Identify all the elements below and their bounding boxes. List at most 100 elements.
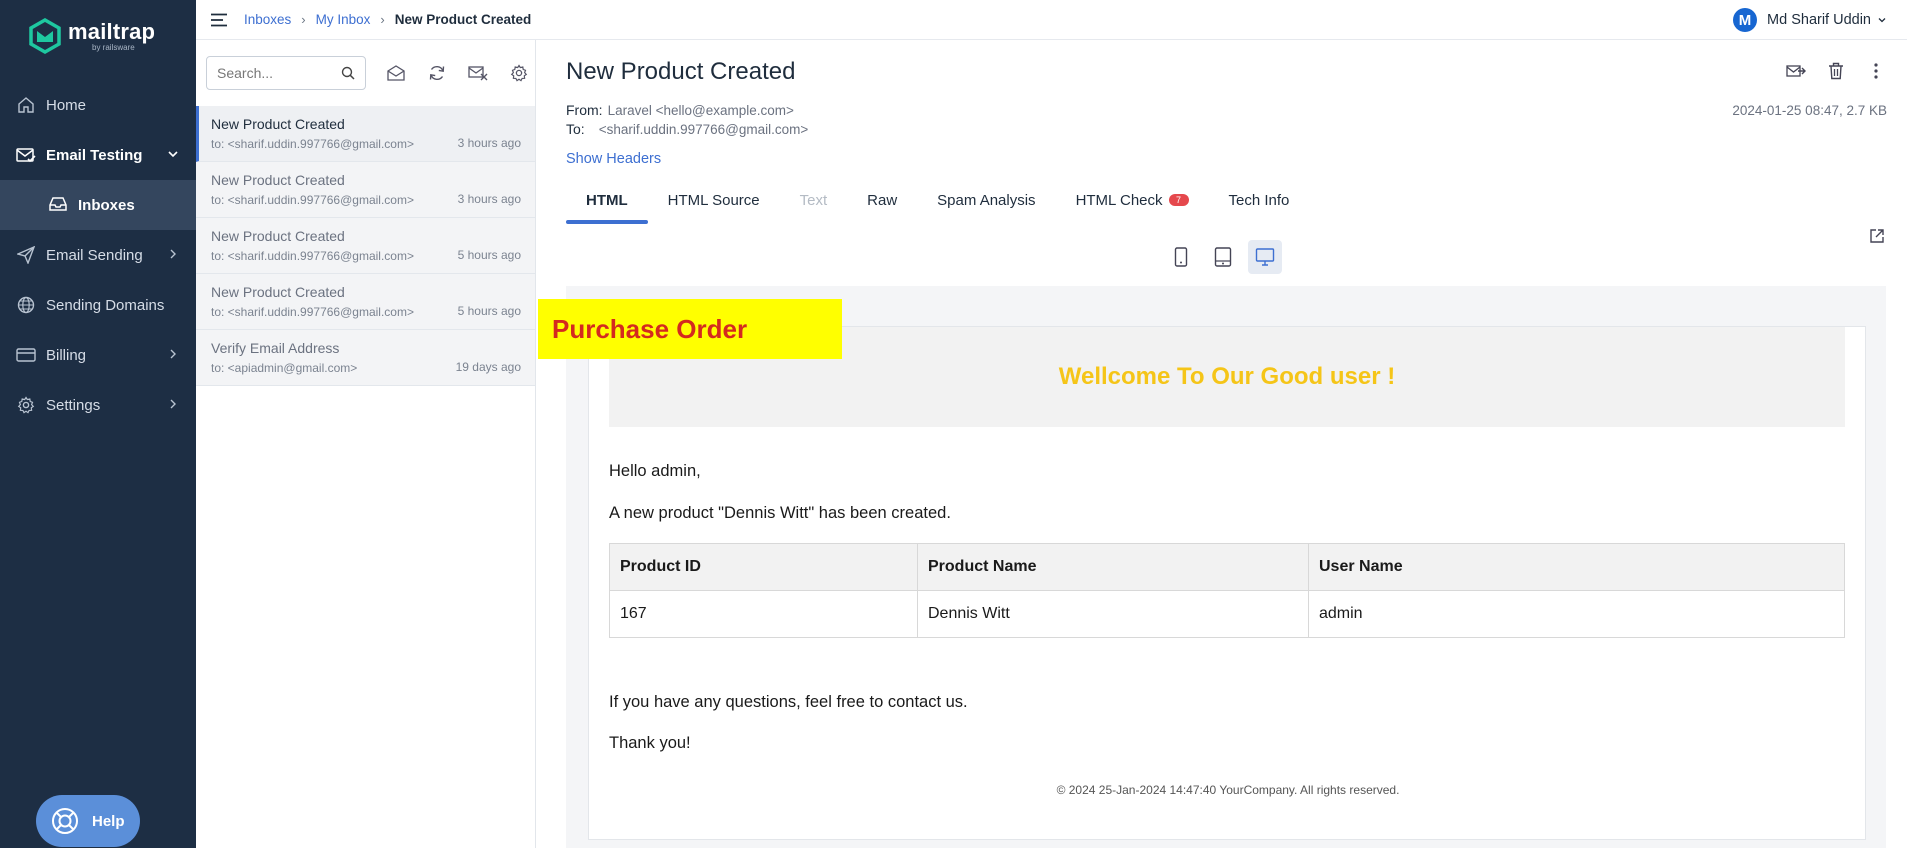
message-meta: 2024-01-25 08:47, 2.7 KB	[1732, 103, 1887, 118]
refresh-icon[interactable]	[426, 62, 448, 84]
mailtrap-logo-icon	[29, 18, 61, 54]
chevron-right-icon	[170, 399, 176, 409]
clear-inbox-icon[interactable]	[467, 62, 489, 84]
product-table: Product ID Product Name User Name 167 De…	[609, 543, 1845, 638]
tab-label: HTML Source	[667, 191, 760, 209]
to-label: To:	[566, 121, 585, 137]
monitor-icon	[1255, 248, 1275, 266]
message-time: 19 days ago	[455, 360, 521, 374]
message-subject: New Product Created	[211, 284, 345, 300]
tab-label: HTML Check	[1075, 191, 1163, 209]
user-name: Md Sharif Uddin	[1767, 12, 1871, 28]
message-time: 3 hours ago	[457, 136, 521, 150]
list-toolbar	[196, 40, 535, 106]
sidebar-item-email-testing[interactable]: Email Testing	[0, 130, 196, 180]
table-row: 167 Dennis Witt admin	[609, 590, 1845, 638]
from-row: From: Laravel <hello@example.com>	[566, 102, 794, 118]
tab-label: Spam Analysis	[937, 191, 1036, 209]
sidebar-item-label: Sending Domains	[46, 296, 165, 314]
sidebar-item-inboxes[interactable]: Inboxes	[0, 180, 196, 230]
table-header: Product ID	[609, 543, 918, 591]
phone-icon	[1174, 247, 1188, 267]
breadcrumb: Inboxes › My Inbox › New Product Created	[244, 12, 531, 27]
email-footer: © 2024 25-Jan-2024 14:47:40 YourCompany.…	[1056, 783, 1400, 797]
chevron-right-icon	[170, 249, 176, 259]
trash-icon[interactable]	[1825, 60, 1847, 82]
chevron-down-icon	[168, 151, 178, 158]
to-row: To: <sharif.uddin.997766@gmail.com>	[566, 121, 808, 137]
message-detail: New Product Created From: Laravel <hello@…	[537, 40, 1907, 848]
tab-raw[interactable]: Raw	[847, 178, 917, 222]
send-icon	[16, 245, 36, 265]
avatar: M	[1733, 8, 1758, 32]
purchase-order-label: Purchase Order	[538, 299, 842, 359]
email-intro: A new product "Dennis Witt" has been cre…	[609, 504, 951, 522]
view-tabs: HTML HTML Source Text Raw Spam Analysis …	[566, 178, 1309, 224]
desktop-view-button[interactable]	[1248, 240, 1282, 274]
email-preview: Wellcome To Our Good user ! Hello admin,…	[566, 286, 1886, 848]
tab-spam-analysis[interactable]: Spam Analysis	[917, 178, 1055, 222]
message-subject: New Product Created	[211, 116, 345, 132]
search-icon[interactable]	[341, 66, 355, 80]
sidebar: mailtrap by railsware Home Email Testing…	[0, 0, 196, 848]
sidebar-item-email-sending[interactable]: Email Sending	[0, 230, 196, 280]
tab-html-source[interactable]: HTML Source	[648, 178, 780, 222]
sidebar-item-sending-domains[interactable]: Sending Domains	[0, 280, 196, 330]
sidebar-nav: Home Email Testing Inboxes Email Sending	[0, 80, 196, 430]
user-menu[interactable]: M Md Sharif Uddin	[1733, 8, 1887, 32]
logo-text: mailtrap	[68, 18, 156, 44]
show-headers-link[interactable]: Show Headers	[566, 151, 661, 167]
sidebar-item-home[interactable]: Home	[0, 80, 196, 130]
tab-label: Text	[799, 191, 828, 209]
tablet-icon	[1214, 247, 1232, 267]
table-cell: admin	[1308, 590, 1845, 638]
tab-html[interactable]: HTML	[566, 178, 648, 224]
message-time: 5 hours ago	[457, 248, 521, 262]
tab-label: Tech Info	[1228, 191, 1290, 209]
table-header-row: Product ID Product Name User Name	[609, 543, 1845, 591]
list-item[interactable]: New Product Created to: <sharif.uddin.99…	[196, 274, 535, 330]
mobile-view-button[interactable]	[1164, 240, 1198, 274]
message-subject: Verify Email Address	[211, 340, 340, 356]
sidebar-item-label: Inboxes	[78, 196, 135, 214]
page-title: New Product Created	[566, 58, 796, 85]
gear-icon[interactable]	[508, 62, 530, 84]
sidebar-item-billing[interactable]: Billing	[0, 330, 196, 380]
tab-html-check[interactable]: HTML Check 7	[1056, 178, 1209, 222]
forward-email-icon[interactable]	[1785, 60, 1807, 82]
tab-tech-info[interactable]: Tech Info	[1209, 178, 1310, 222]
open-external-icon[interactable]	[1869, 228, 1885, 244]
table-header: User Name	[1308, 543, 1845, 591]
sidebar-item-label: Settings	[46, 396, 101, 414]
breadcrumb-separator: ›	[380, 12, 385, 27]
breadcrumb-my-inbox[interactable]: My Inbox	[316, 12, 371, 27]
tab-text[interactable]: Text	[780, 178, 848, 222]
device-switcher	[1164, 240, 1290, 274]
billing-icon	[16, 345, 36, 365]
more-options-icon[interactable]	[1865, 60, 1887, 82]
list-item[interactable]: New Product Created to: <sharif.uddin.99…	[196, 162, 535, 218]
sidebar-item-label: Email Testing	[46, 146, 143, 164]
email-closing: If you have any questions, feel free to …	[609, 693, 968, 711]
home-icon	[16, 95, 36, 115]
sidebar-item-label: Billing	[46, 346, 87, 364]
menu-icon[interactable]	[210, 13, 228, 27]
help-button[interactable]: Help	[36, 795, 140, 847]
breadcrumb-inboxes[interactable]: Inboxes	[244, 12, 291, 27]
mark-read-icon[interactable]	[385, 62, 407, 84]
mailtrap-logo[interactable]: mailtrap by railsware	[28, 18, 155, 54]
tablet-view-button[interactable]	[1206, 240, 1240, 274]
sidebar-item-label: Email Sending	[46, 246, 143, 264]
list-item[interactable]: Verify Email Address to: <apiadmin@gmail…	[196, 330, 535, 386]
sidebar-item-settings[interactable]: Settings	[0, 380, 196, 430]
message-time: 5 hours ago	[457, 304, 521, 318]
table-header: Product Name	[917, 543, 1309, 591]
gear-icon	[16, 395, 36, 415]
search-input[interactable]	[217, 65, 337, 81]
list-item[interactable]: New Product Created to: <sharif.uddin.99…	[196, 106, 535, 162]
list-item[interactable]: New Product Created to: <sharif.uddin.99…	[196, 218, 535, 274]
email-greeting: Hello admin,	[609, 462, 701, 480]
breadcrumb-current: New Product Created	[394, 12, 532, 27]
message-time: 3 hours ago	[457, 192, 521, 206]
message-subject: New Product Created	[211, 172, 345, 188]
